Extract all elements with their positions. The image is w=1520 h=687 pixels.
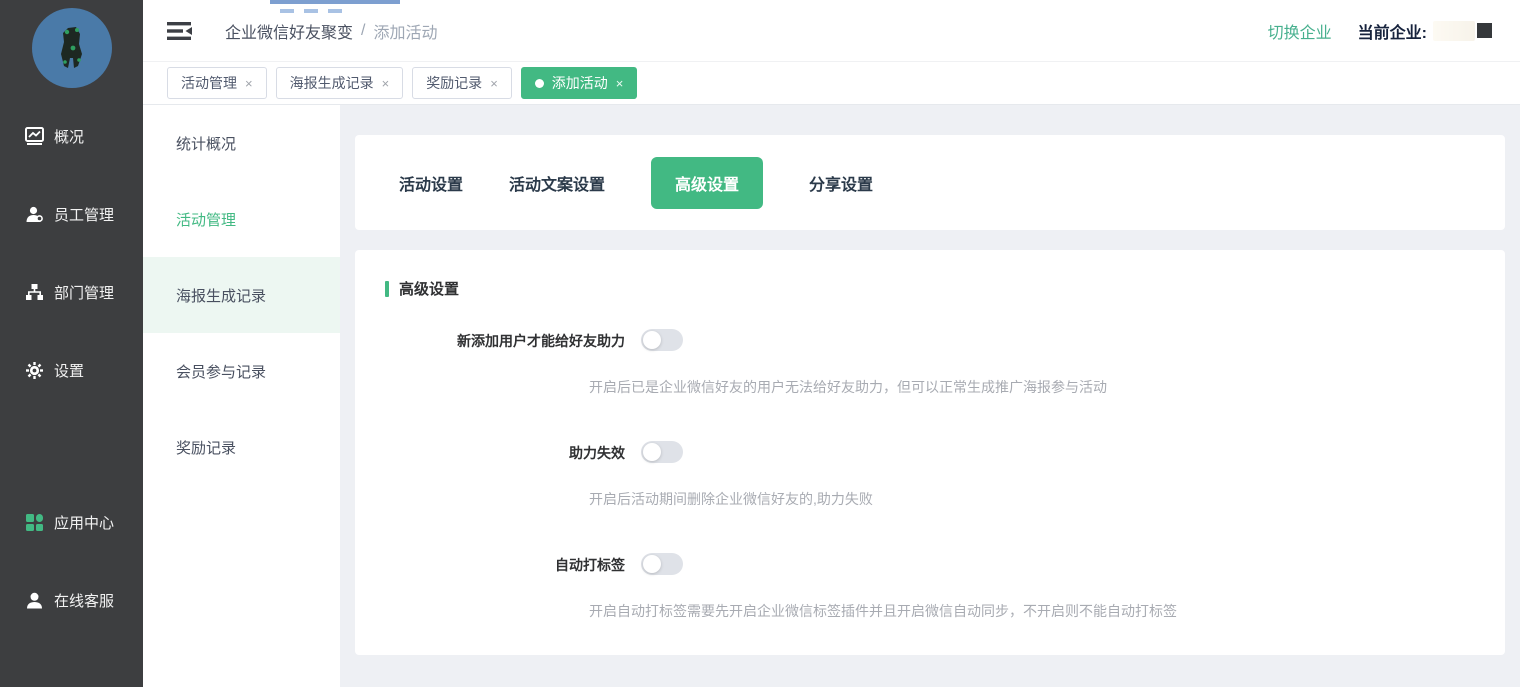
tag-add-activity-active[interactable]: 添加活动 × xyxy=(521,67,638,99)
close-icon[interactable]: × xyxy=(616,76,624,91)
primary-menu: 概况 员工管理 部门管理 设置 xyxy=(0,116,143,620)
chart-icon xyxy=(24,126,44,146)
toggle-assist-invalid[interactable] xyxy=(641,441,683,463)
sidebar-item-settings[interactable]: 设置 xyxy=(0,350,143,390)
advanced-settings-card: 高级设置 新添加用户才能给好友助力 开启后已是企业微信好友的用户无法给好友助力，… xyxy=(355,250,1505,655)
gear-icon xyxy=(24,360,44,380)
breadcrumb-root[interactable]: 企业微信好友聚变 xyxy=(225,19,353,43)
switch-company-link[interactable]: 切换企业 xyxy=(1268,19,1332,43)
submenu-label: 会员参与记录 xyxy=(176,361,266,382)
tag-poster-records[interactable]: 海报生成记录 × xyxy=(276,67,404,99)
opened-tags-bar: 活动管理 × 海报生成记录 × 奖励记录 × 添加活动 × xyxy=(143,62,1520,105)
tag-activity-management[interactable]: 活动管理 × xyxy=(167,67,267,99)
collapse-menu-icon[interactable] xyxy=(167,20,193,42)
submenu-label: 海报生成记录 xyxy=(176,285,266,306)
form-control: 开启自动打标签需要先开启企业微信标签插件并且开启微信自动同步，不开启则不能自动打… xyxy=(641,553,1177,621)
company-name-redacted xyxy=(1433,21,1475,41)
sidebar-item-label: 概况 xyxy=(54,126,84,147)
tab-share-settings[interactable]: 分享设置 xyxy=(809,171,873,195)
secondary-sidebar: 统计概况 活动管理 海报生成记录 会员参与记录 奖励记录 xyxy=(143,105,340,687)
sidebar-item-label: 员工管理 xyxy=(54,204,114,225)
sidebar-item-label: 应用中心 xyxy=(54,512,114,533)
section-accent-bar xyxy=(385,281,389,297)
form-help-text: 开启自动打标签需要先开启企业微信标签插件并且开启微信自动同步，不开启则不能自动打… xyxy=(589,601,1177,621)
app-root: 概况 员工管理 部门管理 设置 xyxy=(0,0,1520,687)
header-right: 切换企业 当前企业: xyxy=(1268,19,1492,43)
tab-activity-settings[interactable]: 活动设置 xyxy=(399,171,463,195)
current-company: 当前企业: xyxy=(1358,19,1492,43)
active-tag-dot-icon xyxy=(535,79,544,88)
content-row: 统计概况 活动管理 海报生成记录 会员参与记录 奖励记录 活动设置 xyxy=(143,105,1520,687)
top-header: 企业微信好友聚变 / 添加活动 切换企业 当前企业: xyxy=(143,0,1520,62)
form-help-text: 开启后已是企业微信好友的用户无法给好友助力，但可以正常生成推广海报参与活动 xyxy=(589,377,1107,397)
avatar[interactable] xyxy=(32,8,112,88)
user-icon xyxy=(24,204,44,224)
sidebar-item-label: 设置 xyxy=(54,360,84,381)
submenu-item-reward-records[interactable]: 奖励记录 xyxy=(143,409,340,485)
current-company-label: 当前企业: xyxy=(1358,19,1427,43)
toggle-new-user-assist[interactable] xyxy=(641,329,683,351)
toggle-knob xyxy=(643,331,661,349)
close-icon[interactable]: × xyxy=(490,76,498,91)
sidebar-item-app-center[interactable]: 应用中心 xyxy=(0,502,143,542)
form-row-auto-tag: 自动打标签 开启自动打标签需要先开启企业微信标签插件并且开启微信自动同步，不开启… xyxy=(385,553,1475,621)
section-title: 高级设置 xyxy=(385,278,1475,299)
main-region: 企业微信好友聚变 / 添加活动 切换企业 当前企业: 活动管理 × 海报生成记录 xyxy=(143,0,1520,687)
cutoff-browser-element xyxy=(270,0,400,4)
sidebar-item-label: 部门管理 xyxy=(54,282,114,303)
sidebar-item-label: 在线客服 xyxy=(54,590,114,611)
apps-grid-icon xyxy=(24,512,44,532)
section-title-text: 高级设置 xyxy=(399,278,459,299)
toggle-knob xyxy=(643,443,661,461)
submenu-label: 奖励记录 xyxy=(176,437,236,458)
form-help-text: 开启后活动期间删除企业微信好友的,助力失败 xyxy=(589,489,873,509)
tab-copywriting-settings[interactable]: 活动文案设置 xyxy=(509,171,605,195)
tag-label: 活动管理 xyxy=(181,73,237,93)
settings-tab-card: 活动设置 活动文案设置 高级设置 分享设置 xyxy=(355,135,1505,230)
breadcrumb-current: 添加活动 xyxy=(373,19,437,43)
company-logo xyxy=(1477,23,1492,38)
form-control: 开启后活动期间删除企业微信好友的,助力失败 xyxy=(641,441,873,509)
submenu-label: 统计概况 xyxy=(176,133,236,154)
customer-service-icon xyxy=(24,590,44,610)
sidebar-item-overview[interactable]: 概况 xyxy=(0,116,143,156)
close-icon[interactable]: × xyxy=(245,76,253,91)
sidebar-item-departments[interactable]: 部门管理 xyxy=(0,272,143,312)
tag-label: 添加活动 xyxy=(552,73,608,93)
toggle-auto-tag[interactable] xyxy=(641,553,683,575)
form-row-assist-invalid: 助力失效 开启后活动期间删除企业微信好友的,助力失败 xyxy=(385,441,1475,509)
org-tree-icon xyxy=(24,282,44,302)
avatar-figure-icon xyxy=(54,24,90,72)
tag-label: 海报生成记录 xyxy=(290,73,374,93)
submenu-label: 活动管理 xyxy=(176,209,236,230)
tag-reward-records[interactable]: 奖励记录 × xyxy=(412,67,512,99)
sidebar-item-employees[interactable]: 员工管理 xyxy=(0,194,143,234)
form-control: 开启后已是企业微信好友的用户无法给好友助力，但可以正常生成推广海报参与活动 xyxy=(641,329,1107,397)
main-content: 活动设置 活动文案设置 高级设置 分享设置 高级设置 新添加用户才能给好友助力 xyxy=(340,105,1520,687)
toggle-knob xyxy=(643,555,661,573)
breadcrumb-separator: / xyxy=(361,22,365,40)
tab-advanced-settings-active[interactable]: 高级设置 xyxy=(651,157,763,209)
submenu-item-poster-records[interactable]: 海报生成记录 xyxy=(143,257,340,333)
submenu-item-stats-overview[interactable]: 统计概况 xyxy=(143,105,340,181)
form-row-new-user-assist: 新添加用户才能给好友助力 开启后已是企业微信好友的用户无法给好友助力，但可以正常… xyxy=(385,329,1475,397)
primary-sidebar: 概况 员工管理 部门管理 设置 xyxy=(0,0,143,687)
sidebar-item-online-service[interactable]: 在线客服 xyxy=(0,580,143,620)
breadcrumb: 企业微信好友聚变 / 添加活动 xyxy=(225,19,437,43)
submenu-item-activity-management[interactable]: 活动管理 xyxy=(143,181,340,257)
close-icon[interactable]: × xyxy=(382,76,390,91)
tag-label: 奖励记录 xyxy=(426,73,482,93)
submenu-item-member-participation[interactable]: 会员参与记录 xyxy=(143,333,340,409)
